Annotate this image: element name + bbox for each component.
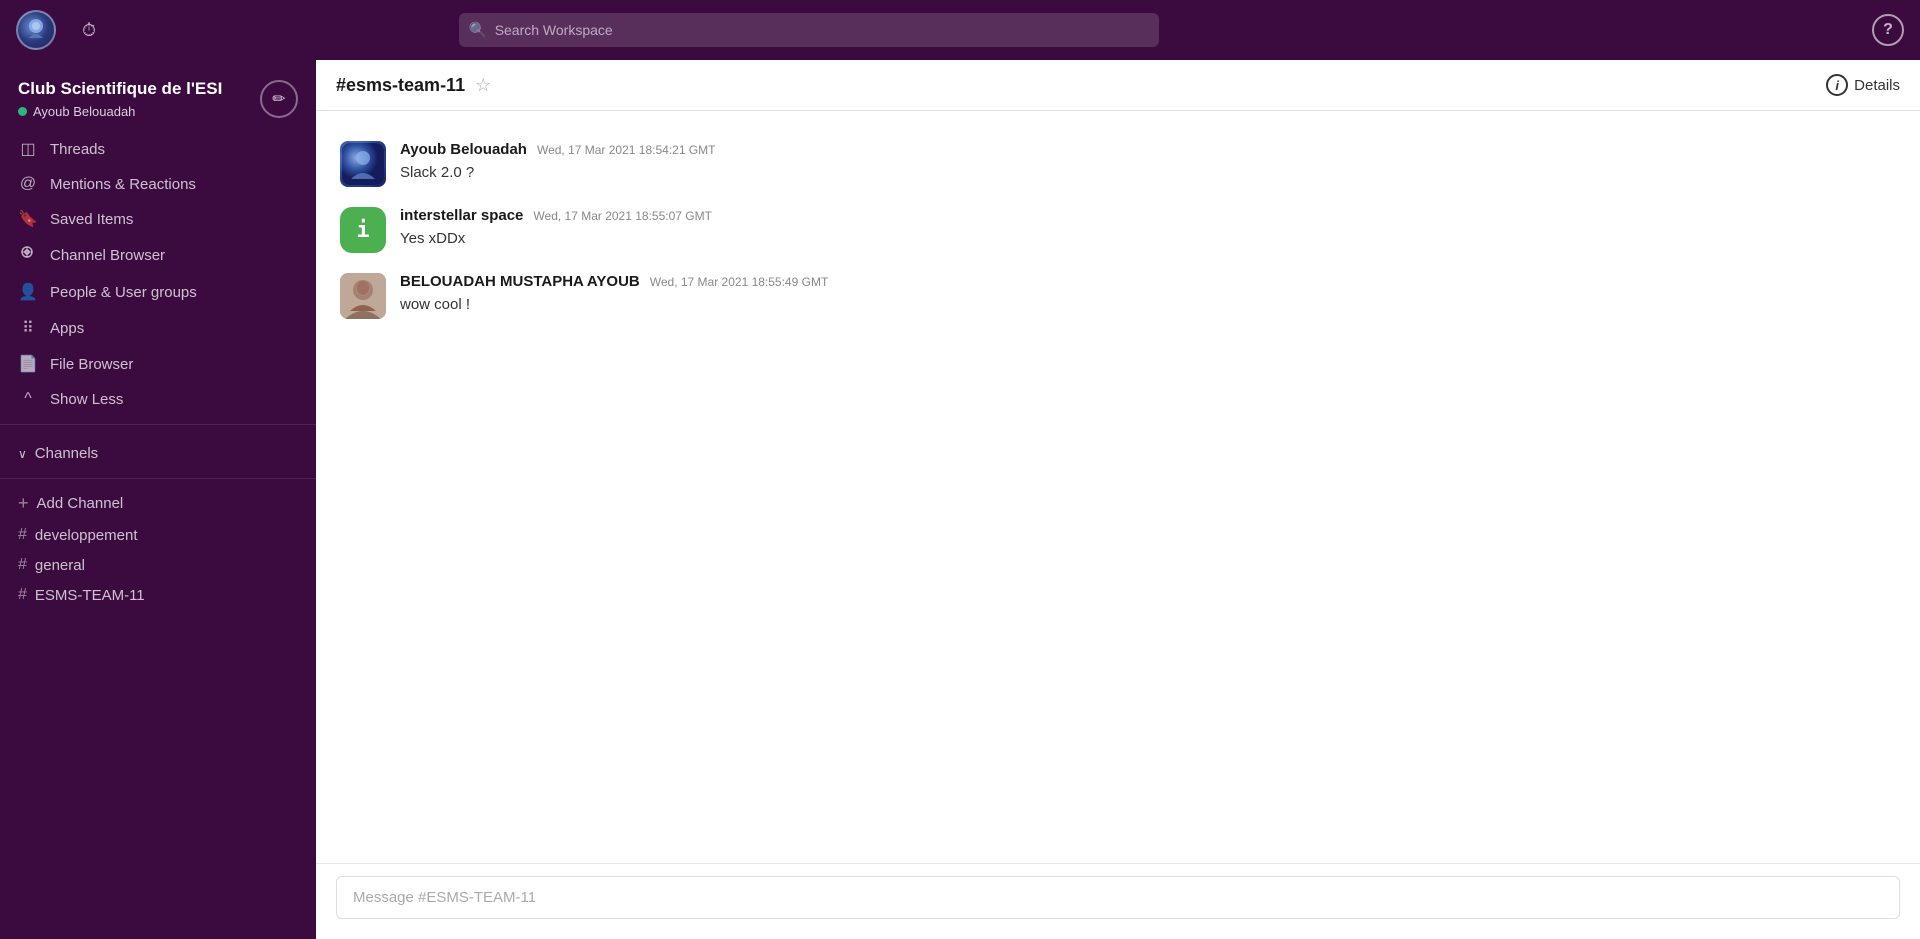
message-username: BELOUADAH MUSTAPHA AYOUB: [400, 273, 640, 290]
workspace-info: Club Scientifique de l'ESI Ayoub Belouad…: [18, 78, 260, 119]
message-body: Ayoub Belouadah Wed, 17 Mar 2021 18:54:2…: [400, 141, 1896, 187]
message-item: i interstellar space Wed, 17 Mar 2021 18…: [316, 197, 1920, 263]
sidebar-item-file-browser[interactable]: 📄 File Browser: [0, 346, 316, 382]
hash-icon: #: [18, 556, 27, 574]
edit-profile-button[interactable]: ✏: [260, 80, 298, 118]
channel-item-general[interactable]: # general: [0, 550, 316, 580]
workspace-user: Ayoub Belouadah: [18, 104, 260, 119]
sidebar-item-threads[interactable]: ◫ Threads: [0, 131, 316, 167]
message-input-box: [336, 876, 1900, 919]
topbar-right: ?: [1872, 14, 1904, 46]
channel-browser-icon: [18, 245, 38, 266]
plus-icon: +: [18, 493, 29, 514]
message-username: interstellar space: [400, 207, 523, 224]
workspace-username: Ayoub Belouadah: [33, 104, 135, 119]
sidebar-item-saved[interactable]: 🔖 Saved Items: [0, 201, 316, 237]
sidebar-divider: [0, 424, 316, 425]
apps-icon: ⠿: [18, 318, 38, 338]
search-bar: 🔍: [459, 13, 1159, 47]
star-icon: ☆: [475, 75, 491, 95]
message-input-area: [316, 863, 1920, 939]
hash-icon: #: [18, 526, 27, 544]
sidebar-item-channel-browser[interactable]: Channel Browser: [0, 237, 316, 274]
sidebar-item-label: Threads: [50, 141, 105, 158]
avatar: [340, 141, 386, 187]
main-layout: Club Scientifique de l'ESI Ayoub Belouad…: [0, 60, 1920, 939]
sidebar-item-apps[interactable]: ⠿ Apps: [0, 310, 316, 346]
search-input[interactable]: [459, 13, 1159, 47]
details-button[interactable]: i Details: [1826, 74, 1900, 96]
message-time: Wed, 17 Mar 2021 18:55:07 GMT: [533, 209, 712, 223]
message-time: Wed, 17 Mar 2021 18:55:49 GMT: [650, 275, 829, 289]
message-body: BELOUADAH MUSTAPHA AYOUB Wed, 17 Mar 202…: [400, 273, 1896, 319]
people-icon: 👤: [18, 282, 38, 302]
message-item: BELOUADAH MUSTAPHA AYOUB Wed, 17 Mar 202…: [316, 263, 1920, 329]
online-status-dot: [18, 107, 27, 116]
message-header: Ayoub Belouadah Wed, 17 Mar 2021 18:54:2…: [400, 141, 1896, 158]
workspace-header: Club Scientifique de l'ESI Ayoub Belouad…: [0, 60, 316, 131]
message-header: BELOUADAH MUSTAPHA AYOUB Wed, 17 Mar 202…: [400, 273, 1896, 290]
message-input[interactable]: [353, 889, 1883, 906]
saved-icon: 🔖: [18, 209, 38, 229]
message-item: Ayoub Belouadah Wed, 17 Mar 2021 18:54:2…: [316, 131, 1920, 197]
sidebar-item-mentions[interactable]: @ Mentions & Reactions: [0, 167, 316, 201]
avatar: i: [340, 207, 386, 253]
help-button[interactable]: ?: [1872, 14, 1904, 46]
message-header: interstellar space Wed, 17 Mar 2021 18:5…: [400, 207, 1896, 224]
main-content: #esms-team-11 ☆ i Details: [316, 60, 1920, 939]
channel-title-area: #esms-team-11 ☆: [336, 75, 1826, 96]
workspace-name: Club Scientifique de l'ESI: [18, 78, 260, 100]
channel-name: ESMS-TEAM-11: [35, 587, 145, 604]
hash-icon: #: [18, 586, 27, 604]
chevron-down-icon: ∨: [18, 447, 27, 461]
message-text: wow cool !: [400, 294, 1896, 317]
message-text: Slack 2.0 ?: [400, 162, 1896, 185]
avatar: [340, 273, 386, 319]
message-text: Yes xDDx: [400, 228, 1896, 251]
info-icon: i: [1826, 74, 1848, 96]
chevron-up-icon: ^: [18, 390, 38, 408]
topbar-nav: ⏱: [76, 14, 102, 47]
sidebar-item-show-less[interactable]: ^ Show Less: [0, 382, 316, 416]
sidebar-item-people[interactable]: 👤 People & User groups: [0, 274, 316, 310]
channel-header: #esms-team-11 ☆ i Details: [316, 60, 1920, 111]
add-channel-item[interactable]: + Add Channel: [0, 487, 316, 520]
sidebar-item-label: Saved Items: [50, 211, 133, 228]
channel-item-esms-team-11[interactable]: # ESMS-TEAM-11: [0, 580, 316, 610]
channel-name: developpement: [35, 527, 138, 544]
sidebar-item-label: People & User groups: [50, 284, 197, 301]
messages-area: Ayoub Belouadah Wed, 17 Mar 2021 18:54:2…: [316, 111, 1920, 863]
sidebar-item-label: Show Less: [50, 391, 123, 408]
pencil-icon: ✏: [272, 89, 285, 109]
message-username: Ayoub Belouadah: [400, 141, 527, 158]
channel-item-developpement[interactable]: # developpement: [0, 520, 316, 550]
sidebar-item-label: Mentions & Reactions: [50, 176, 196, 193]
channels-divider: [0, 478, 316, 479]
channel-name: general: [35, 557, 85, 574]
star-channel-button[interactable]: ☆: [475, 75, 491, 96]
add-channel-label: Add Channel: [37, 495, 124, 512]
file-browser-icon: 📄: [18, 354, 38, 374]
channels-section-label: Channels: [35, 445, 98, 462]
mentions-icon: @: [18, 175, 38, 193]
avatar-letter: i: [356, 218, 369, 243]
message-time: Wed, 17 Mar 2021 18:54:21 GMT: [537, 143, 716, 157]
sidebar-item-label: Apps: [50, 320, 84, 337]
sidebar-item-label: Channel Browser: [50, 247, 165, 264]
message-body: interstellar space Wed, 17 Mar 2021 18:5…: [400, 207, 1896, 253]
channel-name-heading: #esms-team-11: [336, 75, 465, 96]
sidebar: Club Scientifique de l'ESI Ayoub Belouad…: [0, 60, 316, 939]
threads-icon: ◫: [18, 139, 38, 159]
app-logo[interactable]: [16, 10, 56, 50]
clock-icon: ⏱: [82, 20, 96, 41]
topbar: ⏱ 🔍 ?: [0, 0, 1920, 60]
channels-section: ∨ Channels + Add Channel # developpement…: [0, 433, 316, 614]
details-label: Details: [1854, 77, 1900, 94]
history-button[interactable]: ⏱: [76, 14, 102, 47]
channels-header[interactable]: ∨ Channels: [0, 437, 316, 470]
sidebar-item-label: File Browser: [50, 356, 133, 373]
